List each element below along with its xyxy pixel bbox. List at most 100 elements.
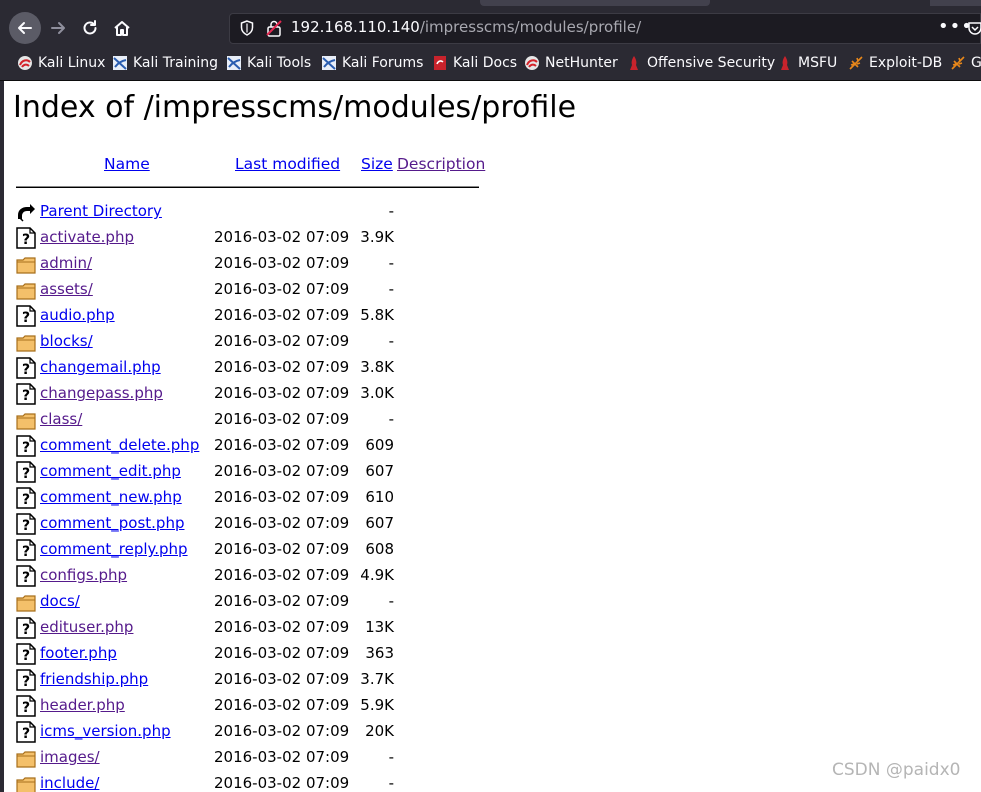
svg-text:?: ? [22, 518, 30, 534]
last-modified-cell: 2016-03-02 07:09 [214, 462, 350, 480]
file-name-cell: friendship.php [40, 670, 148, 688]
file-name-cell: changemail.php [40, 358, 161, 376]
bookmark-g[interactable]: G [950, 55, 981, 71]
kali-blue-icon [227, 56, 241, 70]
file-link[interactable]: include/ [40, 774, 99, 792]
table-row: images/2016-03-02 07:09 - [4, 747, 524, 773]
file-link[interactable]: comment_reply.php [40, 540, 188, 558]
column-header-description[interactable]: Description [397, 155, 485, 173]
forward-button[interactable] [42, 12, 74, 44]
kali-docs-icon [434, 56, 446, 70]
file-link[interactable]: changepass.php [40, 384, 163, 402]
size-cell: 363 [365, 644, 394, 662]
size-cell: 3.8K [360, 358, 394, 376]
svg-text:?: ? [22, 622, 30, 638]
kali-red-icon [18, 56, 32, 70]
bookmark-kali-forums[interactable]: Kali Forums [321, 55, 423, 71]
bookmark-nethunter[interactable]: NetHunter [524, 55, 618, 71]
table-row: ? audio.php 2016-03-02 07:09 5.8K [4, 305, 524, 331]
file-link[interactable]: class/ [40, 410, 82, 428]
file-link[interactable]: activate.php [40, 228, 134, 246]
bookmark-label: G [971, 55, 981, 71]
file-link[interactable]: images/ [40, 748, 100, 766]
file-link[interactable]: changemail.php [40, 358, 161, 376]
file-link[interactable]: footer.php [40, 644, 117, 662]
last-modified-cell: 2016-03-02 07:09 [214, 722, 350, 740]
last-modified-cell: 2016-03-02 07:09 [214, 618, 350, 636]
unknown-file-icon: ? [16, 461, 36, 483]
bookmark-kali-training[interactable]: Kali Training [112, 55, 218, 71]
column-header-size[interactable]: Size [361, 155, 393, 173]
file-link[interactable]: friendship.php [40, 670, 148, 688]
file-link[interactable]: assets/ [40, 280, 93, 298]
column-header-name[interactable]: Name [104, 155, 150, 173]
last-modified-cell: 2016-03-02 07:09 [214, 254, 350, 272]
tab-edge[interactable] [930, 0, 981, 6]
exploitdb-icon [951, 56, 965, 70]
reload-button[interactable] [74, 12, 106, 44]
back-button[interactable] [9, 12, 41, 44]
file-link[interactable]: comment_new.php [40, 488, 182, 506]
bookmark-label: Exploit-DB [869, 55, 943, 71]
file-name-cell: comment_new.php [40, 488, 182, 506]
file-link[interactable]: comment_edit.php [40, 462, 181, 480]
exploitdb-icon [849, 56, 863, 70]
file-link[interactable]: comment_delete.php [40, 436, 199, 454]
size-cell: - [388, 254, 394, 272]
size-cell: - [388, 332, 394, 350]
address-bar[interactable]: 192.168.110.140/impresscms/modules/profi… [229, 13, 981, 44]
bookmark-msfu[interactable]: MSFU [777, 55, 837, 71]
home-button[interactable] [106, 12, 138, 44]
bookmark-kali-tools[interactable]: Kali Tools [226, 55, 311, 71]
file-link[interactable]: edituser.php [40, 618, 133, 636]
bookmark-label: Kali Docs [453, 55, 518, 71]
sort-by-name-link[interactable]: Name [104, 155, 150, 173]
bookmark-label: MSFU [798, 55, 838, 71]
file-link[interactable]: audio.php [40, 306, 115, 324]
file-name-cell: class/ [40, 410, 82, 428]
file-link[interactable]: admin/ [40, 254, 92, 272]
bookmark-offensive-security[interactable]: Offensive Security [626, 55, 775, 71]
url-text[interactable]: 192.168.110.140/impresscms/modules/profi… [291, 18, 641, 36]
unknown-file-icon: ? [16, 695, 36, 717]
offsec-icon [781, 56, 789, 70]
sort-by-modified-link[interactable]: Last modified [235, 155, 340, 173]
file-name-cell: configs.php [40, 566, 127, 584]
pocket-icon[interactable] [967, 20, 981, 36]
table-row: ? activate.php 2016-03-02 07:09 3.9K [4, 227, 524, 253]
bookmark-exploit-db[interactable]: Exploit-DB [848, 55, 942, 71]
file-link[interactable]: configs.php [40, 566, 127, 584]
browser-toolbar: 192.168.110.140/impresscms/modules/profi… [0, 0, 981, 50]
file-link[interactable]: blocks/ [40, 332, 93, 350]
parent-directory-icon [16, 201, 36, 223]
size-cell: 13K [365, 618, 394, 636]
svg-text:?: ? [22, 466, 30, 482]
file-link[interactable]: docs/ [40, 592, 80, 610]
file-link[interactable]: header.php [40, 696, 125, 714]
table-row: ? friendship.php 2016-03-02 07:09 3.7K [4, 669, 524, 695]
column-header-modified[interactable]: Last modified [235, 155, 340, 173]
last-modified-cell: 2016-03-02 07:09 [214, 488, 350, 506]
parent-directory-link[interactable]: Parent Directory [40, 202, 162, 220]
unknown-file-icon: ? [16, 383, 36, 405]
bookmark-kali-linux[interactable]: Kali Linux [17, 55, 105, 71]
size-cell: - [388, 410, 394, 428]
svg-text:?: ? [22, 544, 30, 560]
tracking-shield-icon[interactable] [240, 20, 254, 36]
size-cell: 5.8K [360, 306, 394, 324]
table-row: ? edituser.php 2016-03-02 07:09 13K [4, 617, 524, 643]
active-tab-edge[interactable] [480, 0, 710, 6]
sort-by-size-link[interactable]: Size [361, 155, 393, 173]
sort-by-description-link[interactable]: Description [397, 155, 485, 173]
file-link[interactable]: comment_post.php [40, 514, 184, 532]
file-link[interactable]: icms_version.php [40, 722, 171, 740]
kali-blue-icon [322, 56, 336, 70]
file-name-cell: icms_version.php [40, 722, 171, 740]
svg-text:?: ? [22, 362, 30, 378]
bookmark-kali-docs[interactable]: Kali Docs [432, 55, 517, 71]
unknown-file-icon: ? [16, 721, 36, 743]
table-row: admin/2016-03-02 07:09 - [4, 253, 524, 279]
insecure-lock-icon[interactable] [266, 19, 282, 37]
forward-arrow-icon [51, 22, 65, 34]
file-name-cell: audio.php [40, 306, 115, 324]
